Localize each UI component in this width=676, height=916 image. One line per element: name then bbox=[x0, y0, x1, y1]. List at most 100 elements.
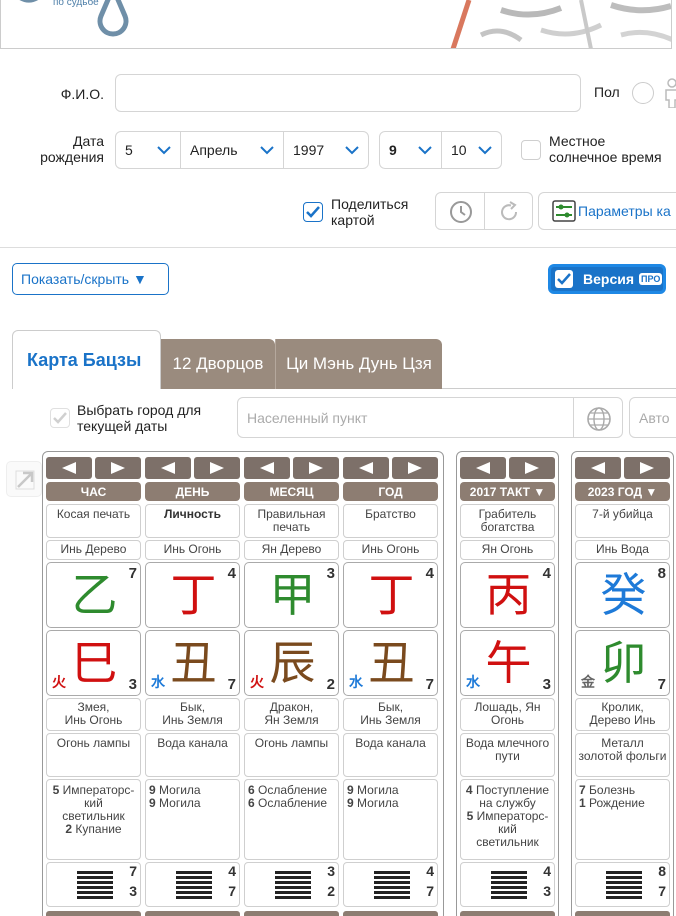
hour-select[interactable]: 9 bbox=[379, 131, 442, 169]
hexagram-cell: 73 bbox=[46, 862, 141, 907]
tab-qimen[interactable]: Ци Мэнь Дунь Цзя bbox=[275, 339, 442, 389]
year-select[interactable]: 1997 bbox=[283, 131, 369, 169]
expand-arrow-icon bbox=[15, 470, 35, 490]
arrow-left-icon bbox=[476, 462, 490, 474]
life-stage-cell: 6 Ослабление 6 Ослабление bbox=[244, 779, 339, 860]
local-solar-time-label: Местное солнечное время bbox=[549, 133, 662, 165]
site-header: по судьбе bbox=[0, 0, 672, 49]
animal-cell: Бык, Инь Земля bbox=[145, 698, 240, 731]
stem-number: 4 bbox=[425, 565, 434, 582]
stage-secondary: 9 Могила bbox=[347, 796, 399, 810]
hexagram-bottom-number: 7 bbox=[426, 883, 434, 899]
hexagram-cell: 47 bbox=[145, 862, 240, 907]
nayin-cell: Вода канала bbox=[343, 733, 438, 777]
share-card-label: Поделиться картой bbox=[331, 196, 409, 228]
current-time-button[interactable] bbox=[436, 193, 485, 229]
version-checkbox[interactable] bbox=[555, 270, 573, 288]
time-button-group bbox=[435, 192, 533, 230]
nayin-cell: Вода млечного пути bbox=[460, 733, 555, 777]
month-select[interactable]: Апрель bbox=[180, 131, 284, 169]
collapse-side-button[interactable] bbox=[6, 461, 42, 497]
globe-icon bbox=[587, 407, 611, 431]
divider bbox=[0, 247, 676, 248]
next-button[interactable] bbox=[293, 457, 339, 479]
check-icon bbox=[53, 412, 67, 424]
ten-god-cell: Братство bbox=[343, 504, 438, 538]
next-button[interactable] bbox=[509, 457, 555, 479]
heavenly-stem-cell: 丙4 bbox=[460, 562, 555, 628]
name-input[interactable] bbox=[115, 74, 581, 112]
bamboo-decoration bbox=[450, 0, 671, 48]
prev-button[interactable] bbox=[145, 457, 191, 479]
hexagram-cell: 47 bbox=[343, 862, 438, 907]
chevron-down-icon bbox=[260, 146, 274, 155]
hexagram-top-number: 4 bbox=[543, 863, 551, 879]
next-button[interactable] bbox=[392, 457, 438, 479]
male-icon[interactable] bbox=[662, 78, 676, 108]
hexagram-icon bbox=[275, 871, 311, 899]
branch-number: 3 bbox=[128, 676, 137, 693]
life-stage-cell: 9 Могила 9 Могила bbox=[343, 779, 438, 860]
hexagram-bottom-number: 3 bbox=[543, 883, 551, 899]
next-button[interactable] bbox=[194, 457, 240, 479]
ten-god-cell: Личность bbox=[145, 504, 240, 538]
element-glyph: 火 bbox=[52, 674, 66, 690]
earthly-branch-cell: 辰火2 bbox=[244, 630, 339, 696]
arrow-right-icon bbox=[210, 462, 224, 474]
prev-button[interactable] bbox=[46, 457, 92, 479]
gender-female-radio[interactable] bbox=[632, 82, 654, 104]
ten-god-cell: Косая печать bbox=[46, 504, 141, 538]
show-hide-button[interactable]: Показать/скрыть ▼ bbox=[12, 263, 169, 295]
birth-label: Дата рождения bbox=[40, 133, 104, 165]
local-solar-time-checkbox[interactable] bbox=[521, 140, 541, 160]
arrow-left-icon bbox=[260, 462, 274, 474]
globe-button[interactable] bbox=[573, 397, 623, 438]
reset-button[interactable] bbox=[485, 193, 533, 229]
branch-number: 2 bbox=[326, 676, 335, 693]
minute-select[interactable]: 10 bbox=[441, 131, 502, 169]
name-label: Ф.И.О. bbox=[60, 86, 104, 102]
arrow-left-icon bbox=[591, 462, 605, 474]
element-glyph: 金 bbox=[581, 674, 595, 690]
city-input[interactable]: Населенный пункт bbox=[237, 397, 574, 438]
redo-icon bbox=[501, 201, 518, 221]
arrow-left-icon bbox=[62, 462, 76, 474]
day-select[interactable]: 5 bbox=[115, 131, 181, 169]
pillar-header[interactable]: 2017 ТАКТ ▼ bbox=[460, 482, 555, 501]
prev-button[interactable] bbox=[244, 457, 290, 479]
pillar-header[interactable]: 2023 ГОД ▼ bbox=[575, 482, 670, 501]
chevron-down-icon bbox=[478, 146, 492, 155]
hexagram-cell: 87 bbox=[575, 862, 670, 907]
share-card-checkbox[interactable] bbox=[303, 202, 323, 222]
hexagram-cell: 43 bbox=[460, 862, 555, 907]
pillar-header: ГОД bbox=[343, 482, 438, 501]
chart-params-button[interactable]: Параметры ка bbox=[538, 192, 676, 230]
hexagram-top-number: 4 bbox=[228, 863, 236, 879]
prev-button[interactable] bbox=[460, 457, 506, 479]
earthly-branch-cell: 丑水7 bbox=[145, 630, 240, 696]
tab-12-palaces[interactable]: 12 Дворцов bbox=[161, 339, 275, 389]
arrow-left-icon bbox=[359, 462, 373, 474]
next-button[interactable] bbox=[624, 457, 670, 479]
prev-button[interactable] bbox=[575, 457, 621, 479]
auto-input[interactable]: Авто bbox=[629, 397, 676, 438]
tab-bazi-chart[interactable]: Карта Бацзы bbox=[12, 330, 161, 389]
prev-button[interactable] bbox=[343, 457, 389, 479]
hexagram-icon bbox=[606, 871, 642, 899]
next-row-header bbox=[343, 911, 438, 916]
earthly-branch-cell: 午水3 bbox=[460, 630, 555, 696]
check-icon bbox=[306, 206, 320, 218]
hexagram-top-number: 3 bbox=[327, 863, 335, 879]
chevron-down-icon bbox=[345, 146, 359, 155]
stage-secondary: 9 Могила bbox=[149, 796, 201, 810]
city-current-date-checkbox[interactable] bbox=[50, 408, 70, 428]
next-button[interactable] bbox=[95, 457, 141, 479]
stem-number: 4 bbox=[227, 565, 236, 582]
pillar-nav bbox=[244, 457, 339, 479]
clock-icon bbox=[450, 201, 472, 223]
version-pro-toggle[interactable]: Версия ПРО bbox=[548, 264, 666, 294]
hexagram-top-number: 4 bbox=[426, 863, 434, 879]
hexagram-top-number: 8 bbox=[658, 863, 666, 879]
ten-god-cell: Грабитель богатства bbox=[460, 504, 555, 538]
heavenly-stem-cell: 甲3 bbox=[244, 562, 339, 628]
